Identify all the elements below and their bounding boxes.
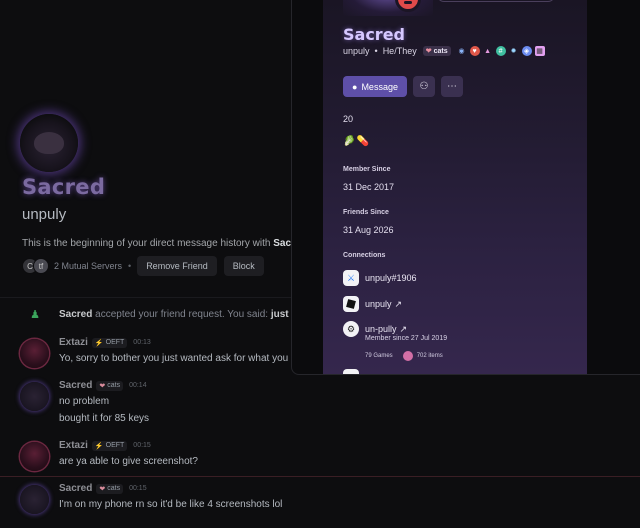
message-header: Extazi ⚡ OEFT 00:13 <box>59 337 151 348</box>
custom-status-bubble[interactable] <box>437 0 555 2</box>
friends-since-date: 31 Aug 2026 <box>343 225 394 235</box>
steam-games-count: 79 Games <box>365 353 393 359</box>
heart-icon: ❤ <box>425 48 432 55</box>
connection-name: unpuly ↗ <box>365 298 403 309</box>
connection-icon[interactable] <box>343 369 359 374</box>
more-options-button[interactable]: ⋯ <box>440 76 463 97</box>
quest-badge-icon[interactable]: ◈ <box>521 46 532 56</box>
nitro-badge-icon[interactable]: ◉ <box>457 46 467 56</box>
dm-actions-row: C tf 2 Mutual Servers • Remove Friend Bl… <box>22 256 271 276</box>
mutual-server-icons[interactable]: C tf <box>22 258 49 274</box>
connection-name: un-pully ↗ <box>365 323 408 334</box>
triangle-badge-icon[interactable]: ▲ <box>483 46 493 56</box>
inventory-icon <box>402 351 413 361</box>
remove-friend-button[interactable]: Remove Friend <box>137 256 217 276</box>
message-text: I'm on my phone rn so it'd be like 4 scr… <box>59 499 283 510</box>
connection-roblox[interactable]: unpuly ↗ <box>343 296 402 312</box>
steam-items-count: 702 items <box>416 353 443 359</box>
steam-stats: 79 Games 702 items <box>365 351 443 361</box>
avatar[interactable] <box>20 485 49 514</box>
separator-dot: • <box>128 261 132 271</box>
message-timestamp: 00:15 <box>133 442 151 449</box>
leafy-green-icon: 🥬 <box>343 136 356 147</box>
heart-icon: ❤ <box>99 485 106 493</box>
message-button[interactable]: ● Message <box>343 76 407 97</box>
bolt-icon: ⚡ <box>94 339 104 347</box>
message-author[interactable]: Sacred <box>59 380 92 391</box>
avatar[interactable] <box>20 339 49 368</box>
gear-badge-icon[interactable]: ✹ <box>509 46 519 56</box>
popout-actions: ● Message ⚇ ⋯ <box>343 76 463 97</box>
system-message: ♟ Sacred accepted your friend request. Y… <box>28 307 289 321</box>
popout-display-name: Sacred <box>343 25 405 44</box>
ellipsis-icon: ⋯ <box>446 81 457 92</box>
dm-intro-text: This is the beginning of your direct mes… <box>22 238 292 249</box>
boost-badge-icon[interactable]: ♥ <box>469 46 480 56</box>
message-author[interactable]: Extazi <box>59 440 88 451</box>
connection-battlenet[interactable]: ⚔ unpuly#1906 <box>343 270 417 286</box>
guild-tag[interactable]: ❤ cats <box>422 46 451 56</box>
battlenet-icon: ⚔ <box>343 270 359 286</box>
profile-badges: ◉ ♥ ▲ # ✹ ◈ ▦ <box>457 46 548 56</box>
member-since-label: Member Since <box>343 166 391 173</box>
unread-divider <box>0 476 640 477</box>
message-text: Yo, sorry to bother you just wanted ask … <box>59 353 289 364</box>
popout-subtitle: unpuly • He/They ❤ cats ◉ ♥ ▲ # ✹ ◈ ▦ <box>343 46 548 56</box>
message-text: bought it for 85 keys <box>59 413 150 424</box>
bolt-icon: ⚡ <box>94 442 104 450</box>
external-link-icon: ↗ <box>399 323 408 334</box>
friends-since-label: Friends Since <box>343 209 389 216</box>
member-since-date: 31 Dec 2017 <box>343 182 395 192</box>
guild-tag[interactable]: ⚡ OEFT <box>91 440 128 451</box>
pill-icon: 💊 <box>356 136 369 147</box>
connections-label: Connections <box>343 252 386 259</box>
message-timestamp: 00:14 <box>129 382 147 389</box>
avatar[interactable] <box>20 442 49 471</box>
avatar[interactable] <box>20 382 49 411</box>
block-button[interactable]: Block <box>223 256 264 276</box>
message-author[interactable]: Sacred <box>59 483 92 494</box>
server-icon: tf <box>33 258 49 274</box>
connection-name: unpuly#1906 <box>365 273 417 283</box>
message-timestamp: 00:15 <box>129 485 147 492</box>
user-check-icon: ⚇ <box>419 81 429 92</box>
orb-badge-icon[interactable]: ▦ <box>534 46 545 56</box>
heart-icon: ❤ <box>99 382 106 390</box>
steam-icon: ⚙ <box>343 321 359 337</box>
steam-member-since: Member since 27 Jul 2019 <box>365 335 448 342</box>
message-timestamp: 00:13 <box>133 339 151 346</box>
system-message-text: Sacred accepted your friend request. You… <box>59 308 289 320</box>
popout-username[interactable]: unpuly <box>343 46 370 56</box>
message-header: Sacred ❤ cats 00:15 <box>59 483 147 494</box>
profile-username: unpuly <box>22 206 67 223</box>
roblox-icon <box>343 296 359 312</box>
bio-text: 20 <box>343 114 354 124</box>
guild-tag[interactable]: ⚡ OEFT <box>91 337 128 348</box>
popout-pronouns: He/They <box>382 46 417 56</box>
external-link-icon: ↗ <box>394 298 403 309</box>
guild-tag[interactable]: ❤ cats <box>96 380 124 391</box>
message-header: Sacred ❤ cats 00:14 <box>59 380 147 391</box>
message-text: are ya able to give screenshot? <box>59 456 198 467</box>
friend-settings-button[interactable]: ⚇ <box>412 76 435 97</box>
message-author[interactable]: Extazi <box>59 337 88 348</box>
separator-dot: • <box>374 46 378 56</box>
profile-display-name: Sacred <box>22 175 106 199</box>
profile-avatar-large[interactable] <box>20 114 78 172</box>
bio-emojis: 🥬 💊 <box>343 136 370 147</box>
hypesquad-badge-icon[interactable]: # <box>495 46 506 56</box>
friend-accepted-icon: ♟ <box>30 308 40 321</box>
message-text: no problem <box>59 396 110 407</box>
guild-tag[interactable]: ❤ cats <box>96 483 124 494</box>
profile-popout: Sacred unpuly • He/They ❤ cats ◉ ♥ ▲ # ✹ … <box>323 0 587 374</box>
mutual-servers-link[interactable]: 2 Mutual Servers <box>54 261 122 271</box>
chat-bubble-icon: ● <box>352 81 358 92</box>
message-header: Extazi ⚡ OEFT 00:15 <box>59 440 151 451</box>
